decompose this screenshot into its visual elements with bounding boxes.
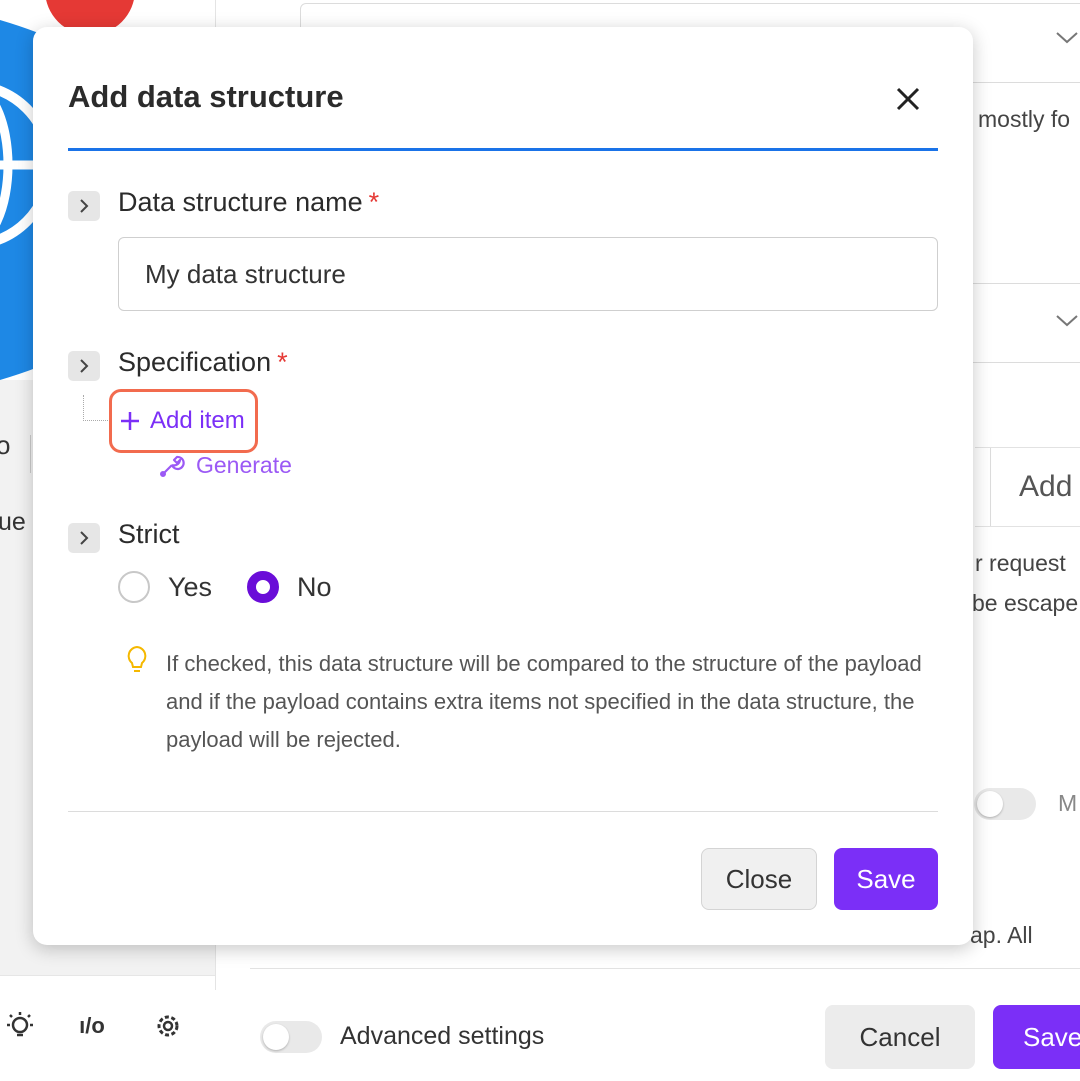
advanced-settings-label: Advanced settings: [340, 1022, 545, 1050]
generate-button[interactable]: Generate: [158, 451, 292, 479]
cancel-button[interactable]: Cancel: [825, 1005, 975, 1069]
strict-yes-radio[interactable]: [118, 571, 150, 603]
lightbulb-icon: [125, 645, 149, 680]
gear-icon[interactable]: [150, 1008, 186, 1044]
strict-hint-text: If checked, this data structure will be …: [166, 651, 922, 752]
close-button[interactable]: Close: [701, 848, 817, 910]
io-icon[interactable]: ı/o: [72, 1008, 112, 1044]
chevron-down-icon: [1055, 25, 1079, 51]
bg-divider: [975, 526, 1080, 527]
generate-label: Generate: [196, 451, 292, 478]
specification-label: Specification *: [118, 347, 288, 378]
save-button[interactable]: Save: [993, 1005, 1080, 1069]
name-field-label: Data structure name *: [118, 187, 379, 218]
strict-yes-label[interactable]: Yes: [168, 572, 212, 603]
bg-help-text: ap. All: [970, 922, 1033, 948]
specification-label-text: Specification: [118, 347, 272, 377]
bg-divider: [250, 968, 1080, 969]
add-item-label: Add item: [150, 407, 245, 434]
bg-toggle[interactable]: [974, 788, 1036, 820]
required-mark: *: [368, 187, 380, 217]
close-icon[interactable]: [888, 79, 928, 119]
expand-strict-chevron-icon[interactable]: [68, 523, 100, 553]
plus-icon: [121, 412, 139, 430]
bg-help-text: mostly fo: [978, 106, 1071, 132]
data-structure-name-input[interactable]: [118, 237, 938, 311]
required-mark: *: [277, 347, 288, 377]
add-item-button[interactable]: Add item: [109, 389, 258, 453]
save-button[interactable]: Save: [834, 848, 938, 910]
bg-toggle-label: M: [1058, 790, 1078, 816]
bg-edge-text: ue: [0, 508, 26, 536]
bg-divider: [30, 435, 31, 473]
advanced-settings-toggle[interactable]: [260, 1021, 322, 1053]
strict-label: Strict: [118, 519, 180, 549]
bulb-icon[interactable]: [2, 1008, 38, 1044]
name-label-text: Data structure name: [118, 187, 363, 217]
bg-help-text: be escape: [972, 590, 1079, 616]
add-data-structure-dialog: Add data structure Data structure name * …: [33, 27, 973, 945]
strict-no-label[interactable]: No: [297, 572, 332, 603]
title-underline: [68, 148, 938, 151]
expand-name-chevron-icon[interactable]: [68, 191, 100, 221]
wrench-icon: [160, 455, 185, 477]
tree-connector: [83, 395, 112, 421]
strict-radio-group: Yes No: [118, 571, 332, 603]
bg-help-text: r request: [975, 550, 1066, 576]
bg-add-button[interactable]: Add: [990, 448, 1080, 526]
footer-divider: [68, 811, 938, 812]
chevron-down-icon: [1055, 308, 1079, 334]
expand-specification-chevron-icon[interactable]: [68, 351, 100, 381]
dialog-title: Add data structure: [68, 79, 344, 114]
bg-edge-text: o: [0, 430, 11, 460]
strict-no-radio[interactable]: [247, 571, 280, 603]
